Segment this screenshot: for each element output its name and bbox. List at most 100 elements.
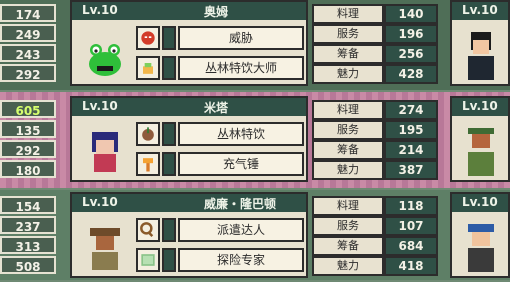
left-stat-value: 243: [0, 44, 56, 62]
stat-value: 118: [384, 196, 438, 216]
magnifier-icon: [136, 218, 160, 242]
stat-label: 料理: [312, 196, 384, 216]
stat-label: 料理: [312, 100, 384, 120]
stat-label: 服务: [312, 24, 384, 44]
staff-card-header: Lv.10 米塔: [72, 98, 306, 116]
stat-row: 料理 274: [312, 100, 438, 120]
skill-label: 充气锤: [178, 152, 304, 176]
staff-stats: 料理 118 服务 107 筹备 684 魅力 418: [312, 192, 438, 278]
staff-portrait: [468, 224, 494, 272]
right-level-label: Lv.10: [462, 195, 498, 209]
skill-label: 丛林特饮大师: [178, 56, 304, 80]
right-level-label: Lv.10: [462, 99, 498, 113]
cat-girl-avatar: [92, 132, 118, 172]
utensils-icon: [162, 26, 176, 50]
staff-card[interactable]: Lv.10 奥姆 威胁 丛林特饮大师: [70, 0, 308, 86]
stat-row: 料理 118: [312, 196, 438, 216]
skill-label: 派遣达人: [178, 218, 304, 242]
staff-portrait: [468, 32, 494, 80]
skill-2[interactable]: 丛林特饮大师: [136, 56, 304, 80]
stat-value: 196: [384, 24, 438, 44]
skill-2[interactable]: 充气锤: [136, 152, 304, 176]
search-icon: [162, 218, 176, 242]
stat-value: 684: [384, 236, 438, 256]
stat-value: 428: [384, 64, 438, 84]
staff-stats: 料理 274 服务 195 筹备 214 魅力 387: [312, 96, 438, 182]
stat-label: 筹备: [312, 140, 384, 160]
right-level-label: Lv.10: [462, 3, 498, 17]
staff-row-1[interactable]: 605 135 292 180 Lv.10 米塔 丛林特饮 充气锤 料理 274…: [0, 96, 510, 186]
staff-card[interactable]: Lv.10 威廉・隆巴顿 派遣达人 探险专家: [70, 192, 308, 278]
left-stat-value: 605: [0, 100, 56, 118]
stat-row: 魅力 418: [312, 256, 438, 276]
skill-1[interactable]: 丛林特饮: [136, 122, 304, 146]
stat-row: 服务 107: [312, 216, 438, 236]
stat-label: 服务: [312, 216, 384, 236]
utensils-icon: [162, 122, 176, 146]
stat-value: 214: [384, 140, 438, 160]
stat-row: 服务 196: [312, 24, 438, 44]
left-stat-value: 154: [0, 196, 56, 214]
right-card-header: Lv.10: [452, 2, 508, 20]
green-slime-avatar: [89, 44, 121, 76]
staff-row-2[interactable]: 154 237 313 508 Lv.10 威廉・隆巴顿 派遣达人 探险专家 料…: [0, 192, 510, 282]
stat-label: 魅力: [312, 160, 384, 180]
right-staff-card[interactable]: Lv.10: [450, 0, 510, 86]
stat-label: 服务: [312, 120, 384, 140]
staff-row-0[interactable]: 174 249 243 292 Lv.10 奥姆 威胁 丛林特饮大师 料理 14…: [0, 0, 510, 90]
jungle-food-icon: [136, 56, 160, 80]
angry-face-icon: [136, 26, 160, 50]
hammer-icon: [136, 152, 160, 176]
left-stat-value: 135: [0, 120, 56, 138]
stat-row: 筹备 214: [312, 140, 438, 160]
right-card-header: Lv.10: [452, 98, 508, 116]
stat-label: 筹备: [312, 44, 384, 64]
left-stat-value: 180: [0, 160, 56, 178]
stat-value: 418: [384, 256, 438, 276]
stat-row: 服务 195: [312, 120, 438, 140]
stat-value: 107: [384, 216, 438, 236]
staff-name: 威廉・隆巴顿: [204, 197, 277, 211]
level-label: Lv.10: [82, 99, 118, 113]
staff-card[interactable]: Lv.10 米塔 丛林特饮 充气锤: [70, 96, 308, 182]
utensils-icon: [162, 152, 176, 176]
right-staff-card[interactable]: Lv.10: [450, 192, 510, 278]
level-label: Lv.10: [82, 195, 118, 209]
staff-card-header: Lv.10 威廉・隆巴顿: [72, 194, 306, 212]
staff-portrait: [468, 128, 494, 176]
stat-row: 料理 140: [312, 4, 438, 24]
skill-2[interactable]: 探险专家: [136, 248, 304, 272]
right-card-header: Lv.10: [452, 194, 508, 212]
stat-value: 195: [384, 120, 438, 140]
level-label: Lv.10: [82, 3, 118, 17]
skill-label: 丛林特饮: [178, 122, 304, 146]
skill-label: 探险专家: [178, 248, 304, 272]
staff-stats: 料理 140 服务 196 筹备 256 魅力 428: [312, 0, 438, 86]
stat-label: 料理: [312, 4, 384, 24]
stat-value: 256: [384, 44, 438, 64]
left-stat-value: 174: [0, 4, 56, 22]
stat-label: 魅力: [312, 256, 384, 276]
stat-value: 274: [384, 100, 438, 120]
left-stat-value: 313: [0, 236, 56, 254]
left-stat-value: 237: [0, 216, 56, 234]
right-staff-card[interactable]: Lv.10: [450, 96, 510, 182]
search-icon: [162, 248, 176, 272]
skill-1[interactable]: 派遣达人: [136, 218, 304, 242]
stat-value: 387: [384, 160, 438, 180]
left-stat-value: 292: [0, 140, 56, 158]
stat-row: 魅力 428: [312, 64, 438, 84]
coconut-drink-icon: [136, 122, 160, 146]
explorer-avatar: [90, 228, 120, 270]
stat-row: 筹备 256: [312, 44, 438, 64]
staff-card-header: Lv.10 奥姆: [72, 2, 306, 20]
utensils-icon: [162, 56, 176, 80]
stat-value: 140: [384, 4, 438, 24]
staff-name: 米塔: [204, 101, 229, 115]
stat-label: 魅力: [312, 64, 384, 84]
stat-row: 筹备 684: [312, 236, 438, 256]
skill-label: 威胁: [178, 26, 304, 50]
left-stat-value: 292: [0, 64, 56, 82]
stat-label: 筹备: [312, 236, 384, 256]
skill-1[interactable]: 威胁: [136, 26, 304, 50]
